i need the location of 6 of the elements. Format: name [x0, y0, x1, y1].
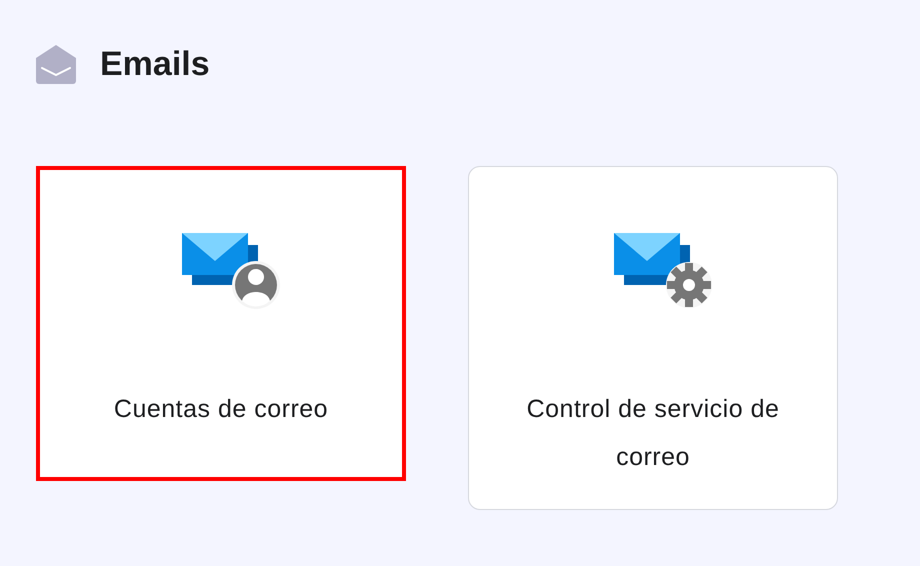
card[interactable]: Cuentas de correo: [36, 166, 406, 481]
section-title: Emails: [100, 44, 210, 84]
card[interactable]: Control de servicio de correo: [468, 166, 838, 510]
open-envelope-icon: [36, 44, 76, 84]
envelope-gear-icon: [614, 233, 712, 309]
envelope-person-icon: [182, 233, 280, 309]
